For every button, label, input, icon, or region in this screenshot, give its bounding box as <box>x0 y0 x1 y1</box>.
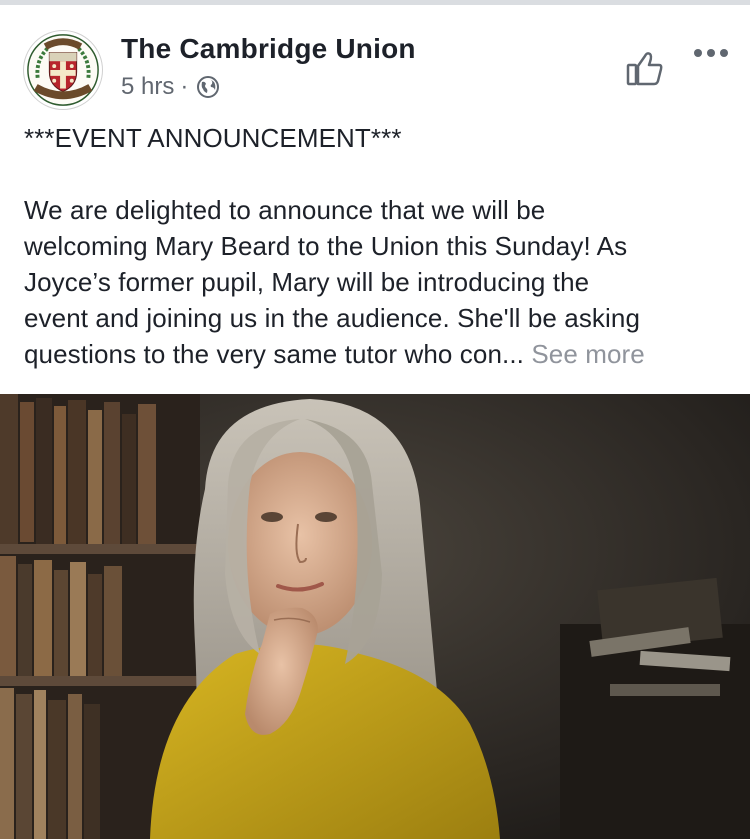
top-divider <box>0 0 750 5</box>
post-meta: 5 hrs · <box>121 72 220 102</box>
post-body-line: Joyce’s former pupil, Mary will be intro… <box>24 267 590 297</box>
post-body-last-line: questions to the very same tutor who con… <box>24 336 724 372</box>
more-options-icon[interactable] <box>688 40 734 66</box>
post-timestamp[interactable]: 5 hrs <box>121 73 174 101</box>
post-body-line: welcoming Mary Beard to the Union this S… <box>24 231 628 261</box>
post-photo[interactable] <box>0 394 750 839</box>
globe-icon <box>197 76 220 98</box>
left-eye <box>261 512 283 522</box>
like-button[interactable] <box>622 45 668 91</box>
cambridge-union-crest-icon <box>27 34 99 106</box>
post-headline: ***EVENT ANNOUNCEMENT*** <box>24 123 402 153</box>
post-text: ***EVENT ANNOUNCEMENT*** We are delighte… <box>24 120 724 372</box>
post-body-line: event and joining us in the audience. Sh… <box>24 303 641 333</box>
thumbs-up-icon <box>626 52 663 86</box>
more-dot <box>707 49 715 57</box>
post-body-line: questions to the very same tutor who con… <box>24 339 525 369</box>
post-body-line: We are delighted to announce that we wil… <box>24 195 546 225</box>
more-dot <box>694 49 702 57</box>
meta-separator: · <box>180 73 189 100</box>
right-eye <box>315 512 337 522</box>
more-dot <box>720 49 728 57</box>
page-avatar[interactable] <box>23 30 103 110</box>
page-name[interactable]: The Cambridge Union <box>121 33 416 65</box>
see-more-link[interactable]: See more <box>531 339 645 369</box>
